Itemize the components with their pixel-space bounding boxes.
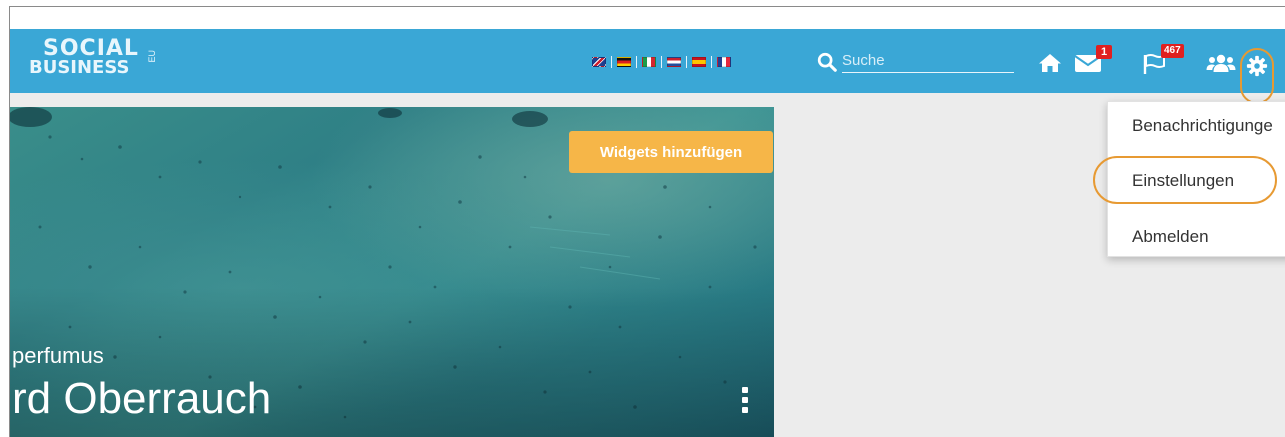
germany-flag-icon[interactable] xyxy=(617,57,631,67)
notifications-button[interactable]: 467 xyxy=(1142,44,1190,77)
kebab-dot xyxy=(742,407,748,413)
top-spacer xyxy=(10,7,1285,29)
site-logo[interactable]: SOCIAL BUSINESS EU xyxy=(29,38,157,84)
home-icon[interactable] xyxy=(1037,51,1063,75)
search-box xyxy=(816,49,1016,75)
language-switcher xyxy=(590,55,733,69)
menu-item-notifications[interactable]: Benachrichtigunge xyxy=(1132,116,1273,136)
netherlands-flag-icon[interactable] xyxy=(667,57,681,67)
kebab-dot xyxy=(742,387,748,393)
users-icon[interactable] xyxy=(1206,51,1236,75)
spain-flag-icon[interactable] xyxy=(692,57,706,67)
logo-text-side: EU xyxy=(147,50,157,63)
uk-flag-icon[interactable] xyxy=(592,57,606,67)
logo-text-line2: BUSINESS xyxy=(29,57,130,78)
separator xyxy=(636,56,637,68)
messages-badge: 1 xyxy=(1096,45,1112,59)
separator xyxy=(686,56,687,68)
kebab-dot xyxy=(742,397,748,403)
menu-item-logout[interactable]: Abmelden xyxy=(1132,227,1209,247)
more-options-icon[interactable] xyxy=(738,387,752,423)
france-flag-icon[interactable] xyxy=(717,57,731,67)
separator xyxy=(711,56,712,68)
settings-highlight-annotation xyxy=(1093,156,1277,204)
profile-name: rd Oberrauch xyxy=(12,374,272,423)
profile-subtitle: perfumus xyxy=(12,343,104,368)
separator xyxy=(661,56,662,68)
separator xyxy=(611,56,612,68)
messages-button[interactable]: 1 xyxy=(1072,45,1112,77)
search-icon[interactable] xyxy=(816,51,838,73)
top-navigation-bar: SOCIAL BUSINESS EU Suche 1 467 xyxy=(10,29,1285,93)
search-input[interactable] xyxy=(842,49,1014,73)
browser-viewport: SOCIAL BUSINESS EU Suche 1 467 Widgets h… xyxy=(9,6,1285,437)
profile-cover-image: Widgets hinzufügen perfumus rd Oberrauch xyxy=(10,107,774,437)
add-widgets-button[interactable]: Widgets hinzufügen xyxy=(569,131,773,173)
gear-highlight-annotation xyxy=(1240,48,1274,104)
notifications-badge: 467 xyxy=(1161,44,1184,58)
italy-flag-icon[interactable] xyxy=(642,57,656,67)
